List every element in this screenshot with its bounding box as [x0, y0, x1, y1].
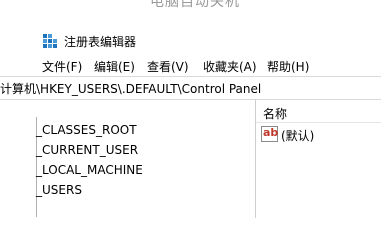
- background-window-title: 电脑自动关机: [150, 0, 240, 10]
- menu-favorites[interactable]: 收藏夹(A): [203, 58, 257, 75]
- title-bar: 注册表编辑器: [0, 28, 381, 54]
- column-header-name[interactable]: 名称: [263, 105, 287, 122]
- tree-item-local-machine[interactable]: _LOCAL_MACHINE: [36, 163, 143, 177]
- key-tree: _CLASSES_ROOT _CURRENT_USER _LOCAL_MACHI…: [0, 99, 250, 218]
- menu-bar: 文件(F) 编辑(E) 查看(V) 收藏夹(A) 帮助(H): [0, 56, 381, 76]
- menu-file[interactable]: 文件(F): [42, 58, 82, 75]
- string-value-icon: ab: [261, 126, 278, 142]
- address-bar[interactable]: 计算机\HKEY_USERS\.DEFAULT\Control Panel: [0, 76, 381, 100]
- menu-edit[interactable]: 编辑(E): [94, 58, 135, 75]
- registry-editor-icon: [43, 34, 57, 48]
- tree-item-classes-root[interactable]: _CLASSES_ROOT: [36, 123, 137, 137]
- values-pane: 名称 ab (默认): [256, 99, 381, 218]
- menu-view[interactable]: 查看(V): [147, 58, 189, 75]
- tree-item-current-user[interactable]: _CURRENT_USER: [36, 143, 138, 157]
- string-value-icon-text: ab: [263, 126, 279, 139]
- value-name: (默认): [281, 129, 315, 143]
- menu-help[interactable]: 帮助(H): [267, 58, 309, 75]
- address-path[interactable]: 计算机\HKEY_USERS\.DEFAULT\Control Panel: [0, 80, 261, 97]
- tree-item-users[interactable]: _USERS: [36, 183, 82, 197]
- window-title: 注册表编辑器: [64, 35, 137, 49]
- column-header-divider: [256, 122, 381, 123]
